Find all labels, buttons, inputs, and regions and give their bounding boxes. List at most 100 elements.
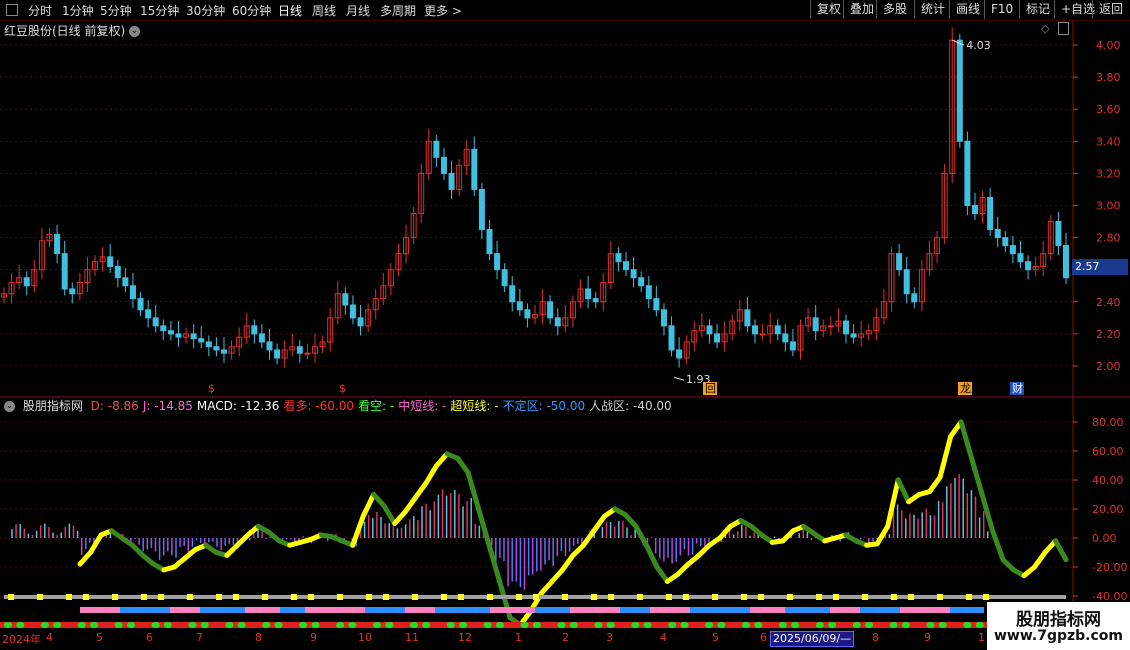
toolbar-button-8[interactable]: 返回: [1092, 0, 1129, 19]
period-tab-6[interactable]: 日线: [278, 2, 302, 19]
band-dot: [441, 594, 447, 600]
toolbar-button-0[interactable]: 复权: [810, 0, 847, 19]
trend-band-dot: [680, 622, 689, 628]
toolbar-button-1[interactable]: 叠加: [843, 0, 880, 19]
trend-band-dot: [569, 622, 578, 628]
trend-band-dot: [348, 622, 357, 628]
period-tab-0[interactable]: 分时: [28, 2, 52, 19]
period-tab-8[interactable]: 月线: [346, 2, 370, 19]
candle-body: [660, 309, 667, 327]
trend-band-dot: [889, 622, 898, 628]
month-label: 2: [562, 631, 569, 644]
trend-band-dot: [852, 622, 861, 628]
band-dot: [591, 594, 597, 600]
candle-body: [220, 349, 227, 354]
band-dot: [233, 594, 239, 600]
trend-band-dot: [446, 622, 455, 628]
band-dot: [666, 594, 672, 600]
period-tab-1[interactable]: 1分钟: [62, 2, 94, 19]
period-tab-5[interactable]: 60分钟: [232, 2, 271, 19]
candle-body: [911, 293, 918, 303]
period-tab-2[interactable]: 5分钟: [100, 2, 132, 19]
indicator-axis-label: 40.00: [1092, 474, 1124, 487]
month-label: 8: [872, 631, 879, 644]
month-label: 6: [760, 631, 767, 644]
candle-body: [1009, 245, 1016, 255]
period-tab-10[interactable]: 更多 >: [424, 2, 462, 19]
toolbar-button-4[interactable]: 画线: [949, 0, 986, 19]
trend-band-dot: [385, 622, 394, 628]
toolbar-button-2[interactable]: 多股: [876, 0, 913, 19]
band-dot: [816, 594, 822, 600]
indicator-line-segment: [402, 494, 419, 515]
price-chart: 4.003.803.603.403.203.002.802.602.402.20…: [0, 20, 1130, 398]
trend-band-dot: [754, 622, 763, 628]
candle-body: [501, 269, 508, 287]
candle-body: [251, 325, 258, 335]
band-dot: [383, 594, 389, 600]
band-dot: [141, 594, 147, 600]
menu-icon[interactable]: [6, 4, 18, 16]
trend-band-dot: [815, 622, 824, 628]
candle-body: [137, 298, 144, 311]
trend-band-dot: [594, 622, 603, 628]
month-label: 3: [606, 631, 613, 644]
trend-band-dot: [532, 622, 541, 628]
trend-band-dot: [163, 622, 172, 628]
candle-body: [956, 39, 963, 142]
watermark: 股朋指标网 www.7gpzb.com: [987, 602, 1130, 650]
price-axis-label: 3.20: [1096, 167, 1121, 180]
month-label: 5: [96, 631, 103, 644]
candle-body: [122, 277, 129, 287]
band-dot: [262, 594, 268, 600]
candle-body: [167, 330, 174, 335]
trend-band-dot: [631, 622, 640, 628]
toolbar-button-3[interactable]: 统计: [914, 0, 951, 19]
trend-band-dot: [4, 622, 12, 628]
trend-band-dot: [668, 622, 677, 628]
indicator-line-segment: [455, 455, 471, 476]
indicator-axis-label: 60.00: [1092, 445, 1124, 458]
period-tab-3[interactable]: 15分钟: [140, 2, 179, 19]
band-dot: [937, 594, 943, 600]
indicator-axis-label: 20.00: [1092, 503, 1124, 516]
sell-marker-2: $: [339, 382, 346, 395]
candle-body: [630, 269, 637, 279]
candle-body: [759, 333, 766, 336]
band-dot: [608, 594, 614, 600]
candle-body: [592, 298, 599, 303]
candle-body: [1017, 253, 1024, 263]
high-label: 4.03: [966, 39, 991, 52]
candle-body: [903, 269, 910, 295]
toolbar-button-5[interactable]: F10: [984, 0, 1019, 19]
indicator-line-segment: [958, 419, 975, 461]
candle-body: [638, 277, 645, 287]
indicator-line-segment: [360, 492, 377, 519]
trend-band-dot: [643, 622, 652, 628]
period-tab-9[interactable]: 多周期: [380, 2, 416, 19]
band-dot: [291, 594, 297, 600]
candle-body: [615, 253, 622, 263]
month-label: 5: [712, 631, 719, 644]
trend-band-dot: [40, 622, 49, 628]
trend-band-dot: [938, 622, 947, 628]
period-tab-4[interactable]: 30分钟: [186, 2, 225, 19]
band-dot: [533, 594, 539, 600]
month-label: 1: [978, 631, 985, 644]
trend-band-dot: [53, 622, 62, 628]
band-dot: [366, 594, 372, 600]
band-dot: [833, 594, 839, 600]
indicator-line-segment: [969, 455, 985, 497]
rank-marker: 龙虎: [960, 382, 982, 395]
candle-body: [645, 285, 652, 300]
indicator-line-segment: [486, 542, 503, 584]
band-dot: [516, 594, 522, 600]
indicator-line-segment: [476, 506, 492, 548]
candle-body: [213, 346, 220, 351]
period-tab-7[interactable]: 周线: [312, 2, 336, 19]
candle-body: [494, 253, 501, 271]
band-dot: [712, 594, 718, 600]
candle-body: [342, 293, 349, 306]
band-dot: [112, 594, 118, 600]
toolbar-button-6[interactable]: 标记: [1019, 0, 1056, 19]
